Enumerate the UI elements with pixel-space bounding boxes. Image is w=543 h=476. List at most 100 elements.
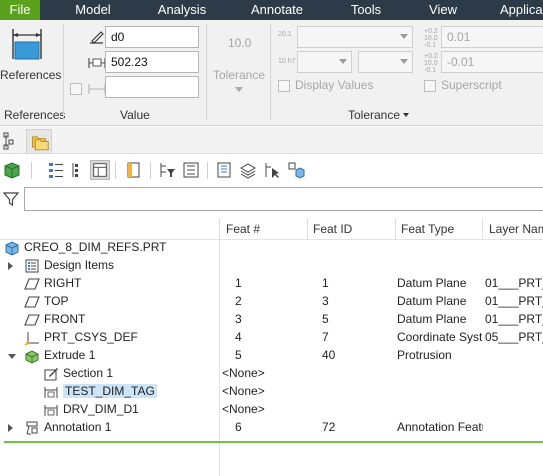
superscript-checkbox[interactable] (424, 80, 436, 92)
tree-row[interactable]: RIGHT 1 1 Datum Plane 01___PRT_A (0, 275, 543, 293)
menu-annotate[interactable]: Annotate (243, 0, 311, 20)
menu-file[interactable]: File (0, 0, 40, 20)
tree-columns-icon[interactable] (67, 160, 87, 180)
part-icon[interactable] (2, 160, 22, 180)
tolerance-table-select[interactable] (297, 26, 413, 48)
tree-item-name[interactable]: Annotation 1 (44, 420, 111, 434)
tolerance-class-select[interactable] (297, 51, 352, 73)
notebook-icon[interactable] (123, 160, 143, 180)
chevron-down-icon[interactable] (235, 87, 243, 92)
column-divider[interactable] (482, 218, 483, 240)
tree-item-name[interactable]: DRV_DIM_D1 (63, 402, 139, 416)
toolbar-separator (207, 162, 208, 179)
upper-tolerance-field[interactable]: 0.01 (441, 26, 543, 48)
tree-item-name[interactable]: RIGHT (44, 276, 81, 290)
tolerance-grade-select[interactable] (358, 51, 413, 73)
column-layer-name[interactable]: Layer Nam (489, 222, 543, 236)
tree-search-input[interactable] (24, 187, 543, 211)
tolerance-button[interactable]: Tolerance (213, 68, 265, 82)
tree-item-name[interactable]: TOP (44, 294, 68, 308)
tree-item-name[interactable]: Section 1 (63, 366, 113, 380)
tree-item-name[interactable]: Extrude 1 (44, 348, 95, 362)
dimension-name-icon (90, 31, 104, 44)
feat-number-cell: <None> (222, 366, 265, 380)
tree-row[interactable]: Design Items (0, 257, 543, 275)
tree-item-name[interactable]: PRT_CSYS_DEF (44, 330, 138, 344)
feat-type-cell: Datum Plane (397, 312, 467, 326)
value-checkbox[interactable] (70, 83, 82, 95)
column-divider[interactable] (307, 218, 308, 240)
feat-number-cell: 4 (235, 330, 242, 344)
column-divider[interactable] (219, 218, 220, 240)
menu-bar: File Model Analysis Annotate Tools View … (0, 0, 543, 20)
layer-cell: 01___PRT_A (485, 294, 543, 308)
tolerance-display-value: 10.0 (228, 36, 252, 50)
tree-row[interactable]: Extrude 1 5 40 Protrusion (0, 347, 543, 365)
folder-browser-tab-icon[interactable] (26, 129, 52, 153)
tree-row[interactable]: CREO_8_DIM_REFS.PRT (0, 239, 543, 257)
tolerance-group-label[interactable]: Tolerance (348, 108, 400, 122)
tree-row[interactable]: DRV_DIM_D1 <None> (0, 401, 543, 419)
tree-row[interactable]: TEST_DIM_TAG <None> (0, 383, 543, 401)
navigator-tab-row (0, 127, 543, 154)
feat-number-cell: 5 (235, 348, 242, 362)
tree-item-name[interactable]: Design Items (44, 258, 114, 272)
chevron-right-icon[interactable] (8, 424, 13, 432)
filter-tree-icon[interactable] (157, 160, 177, 180)
show-details-icon[interactable] (90, 160, 110, 180)
upper-tolerance-icon: +0.2 10.0 -0.1 (424, 28, 438, 49)
column-feat-no[interactable]: Feat # (226, 222, 260, 236)
column-feat-type[interactable]: Feat Type (401, 222, 454, 236)
funnel-icon[interactable] (3, 191, 19, 207)
component-icon[interactable] (286, 160, 306, 180)
superscript-label: Superscript (441, 78, 502, 92)
references-icon[interactable] (10, 26, 44, 62)
lower-tolerance-icon: +0.2 10.0 -0.1 (424, 53, 438, 74)
tree-column-header: Feat # Feat ID Feat Type Layer Nam (0, 218, 543, 240)
tree-item-name[interactable]: TEST_DIM_TAG (63, 384, 157, 398)
tree-settings-icon[interactable] (181, 160, 201, 180)
references-button[interactable]: References (0, 68, 61, 82)
chevron-down-icon[interactable] (403, 113, 409, 117)
tree-row[interactable]: Section 1 <None> (0, 365, 543, 383)
value-group-label: Value (120, 108, 150, 122)
dimension-value-field[interactable]: 502.23 (105, 51, 199, 73)
model-tree-tab-icon[interactable] (0, 129, 26, 153)
layers-icon[interactable] (238, 160, 258, 180)
display-values-checkbox[interactable] (278, 80, 290, 92)
menu-model[interactable]: Model (62, 0, 124, 20)
part-icon (5, 241, 19, 256)
tree-row[interactable]: FRONT 3 5 Datum Plane 01___PRT_A (0, 311, 543, 329)
tree-item-name[interactable]: CREO_8_DIM_REFS.PRT (24, 240, 166, 254)
insert-here-line[interactable] (4, 441, 543, 443)
menu-tools[interactable]: Tools (344, 0, 388, 20)
tree-item-name[interactable]: FRONT (44, 312, 85, 326)
column-divider[interactable] (395, 218, 396, 240)
datum-plane-icon (24, 296, 40, 308)
feat-id-cell: 7 (322, 330, 329, 344)
chevron-right-icon[interactable] (8, 262, 13, 270)
menu-applications[interactable]: Applica (500, 0, 543, 20)
regen-status-icon[interactable] (214, 160, 234, 180)
toolbar-separator (115, 162, 116, 179)
tree-row[interactable]: PRT_CSYS_DEF 4 7 Coordinate Syste05___PRT_A (0, 329, 543, 347)
tree-row[interactable]: TOP 2 3 Datum Plane 01___PRT_A (0, 293, 543, 311)
extrude-icon (25, 350, 39, 364)
design-items-icon (25, 259, 39, 273)
dimension-name-field[interactable]: d0 (105, 26, 199, 48)
sketch-icon (44, 368, 58, 381)
lower-tolerance-field[interactable]: -0.01 (441, 51, 543, 73)
layer-cell: 01___PRT_A (485, 276, 543, 290)
tree-filters-icon[interactable] (46, 160, 66, 180)
feat-id-cell: 5 (322, 312, 329, 326)
group-separator (63, 24, 64, 120)
select-arrow-icon[interactable] (262, 160, 282, 180)
feat-type-cell: Annotation Featu (397, 420, 483, 434)
feat-type-cell: Datum Plane (397, 276, 467, 290)
chevron-down-icon[interactable] (8, 354, 16, 359)
menu-view[interactable]: View (424, 0, 462, 20)
column-feat-id[interactable]: Feat ID (313, 222, 352, 236)
tree-row[interactable]: Annotation 1 6 72 Annotation Featu (0, 419, 543, 437)
override-value-field[interactable] (105, 76, 199, 98)
menu-analysis[interactable]: Analysis (150, 0, 214, 20)
